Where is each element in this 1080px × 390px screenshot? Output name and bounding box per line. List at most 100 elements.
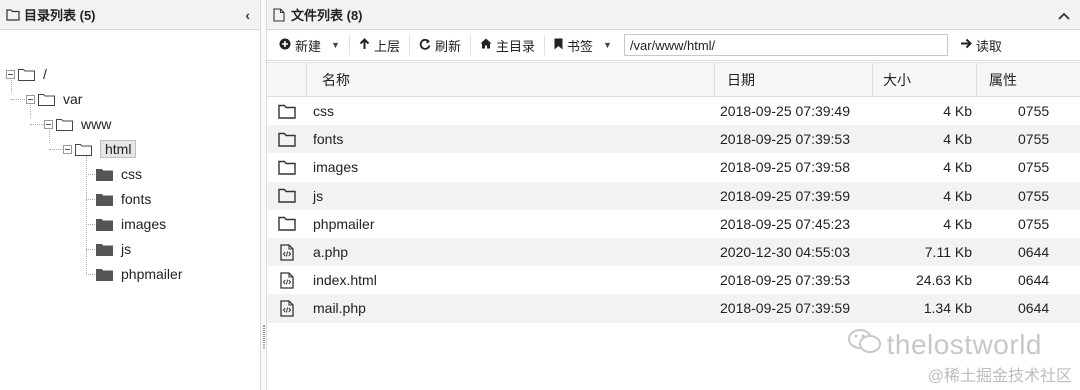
table-row[interactable]: a.php 2020-12-30 04:55:03 7.11 Kb 0644 [267, 237, 1080, 267]
file-size-cell: 4 Kb [943, 187, 972, 204]
toolbar-separator [348, 35, 350, 55]
wechat-icon [847, 327, 883, 362]
file-date-cell: 2018-09-25 07:39:49 [720, 103, 850, 120]
tree-node-fonts[interactable]: fonts [96, 188, 151, 210]
collapse-toggle-icon[interactable] [63, 144, 72, 154]
new-button[interactable]: 新建 ▼ [273, 33, 346, 57]
caret-down-icon: ▼ [331, 40, 340, 50]
folder-open-icon [38, 93, 55, 106]
bookmark-button[interactable]: 书签 ▼ [548, 33, 618, 57]
table-row[interactable]: js 2018-09-25 07:39:59 4 Kb 0755 [267, 181, 1080, 210]
tree-connector-line [11, 99, 25, 100]
directory-panel: 目录列表 (5) ‹ / var www html css fonts images js ph… [0, 0, 261, 390]
tree-node-label: css [121, 166, 142, 182]
folder-open-icon [75, 143, 92, 156]
watermark-text: thelostworld [886, 328, 1042, 360]
plus-circle-icon [279, 38, 291, 53]
file-outline-icon [273, 7, 287, 22]
table-row[interactable]: index.html 2018-09-25 07:39:53 24.63 Kb 064… [267, 266, 1080, 294]
tree-node-js[interactable]: js [96, 238, 131, 260]
collapse-toggle-icon[interactable] [26, 94, 35, 104]
home-button[interactable]: 主目录 [474, 33, 541, 57]
file-attr-cell: 0755 [1018, 103, 1050, 120]
refresh-button[interactable]: 刷新 [413, 33, 467, 57]
file-size-cell: 1.34 Kb [923, 300, 972, 317]
column-header-date[interactable]: 日期 [715, 63, 873, 96]
file-date-cell: 2018-09-25 07:39:53 [720, 131, 850, 148]
folder-icon [267, 132, 307, 147]
toolbar: 新建 ▼ 上层 刷新 主目录 书签 ▼ /var/www/html/ 读取 [267, 30, 1080, 61]
tree-node-www[interactable]: www [44, 113, 111, 135]
column-header-attr[interactable]: 属性 [977, 63, 1080, 96]
toolbar-separator [408, 35, 410, 55]
refresh-label: 刷新 [434, 38, 461, 54]
read-button[interactable]: 读取 [954, 33, 1008, 57]
file-size-cell: 7.11 Kb [924, 244, 972, 261]
folder-icon [267, 160, 307, 175]
toolbar-separator [469, 35, 471, 55]
file-attr-cell: 0755 [1018, 159, 1050, 176]
folder-open-icon [18, 68, 35, 81]
file-attr-cell: 0755 [1018, 131, 1050, 148]
file-date-cell: 2018-09-25 07:39:58 [720, 159, 850, 176]
collapse-toggle-icon[interactable] [44, 119, 53, 129]
tree-node-var[interactable]: var [26, 88, 82, 110]
folder-icon [267, 188, 307, 203]
tree-connector-line [86, 149, 87, 275]
table-row[interactable]: css 2018-09-25 07:39:49 4 Kb 0755 [267, 97, 1080, 125]
file-name-cell: fonts [313, 131, 344, 148]
file-panel-title: 文件列表 (8) [291, 8, 363, 23]
tree-node-phpmailer[interactable]: phpmailer [96, 263, 182, 285]
file-size-cell: 24.63 Kb [915, 272, 972, 289]
tree-node-label: html [100, 140, 137, 158]
tree-node-css[interactable]: css [96, 163, 142, 185]
code-file-icon [267, 243, 307, 261]
file-size-cell: 4 Kb [943, 215, 972, 232]
tree-node-label: phpmailer [121, 266, 183, 282]
column-header-size[interactable]: 大小 [873, 63, 977, 96]
folder-closed-icon [96, 268, 113, 281]
file-name-cell: a.php [313, 244, 349, 261]
tree-connector-line [86, 224, 95, 225]
code-file-icon [267, 300, 307, 317]
tree-node-images[interactable]: images [96, 213, 166, 235]
file-date-cell: 2018-09-25 07:39:59 [720, 187, 850, 204]
table-row[interactable]: mail.php 2018-09-25 07:39:59 1.34 Kb 0644 [267, 294, 1080, 323]
caret-down-icon: ▼ [603, 40, 612, 50]
up-label: 上层 [373, 38, 400, 54]
directory-panel-title: 目录列表 (5) [24, 8, 96, 23]
table-row[interactable]: images 2018-09-25 07:39:58 4 Kb 0755 [267, 153, 1080, 181]
tree-node-html[interactable]: html [63, 138, 137, 160]
tree-connector-line [86, 174, 95, 175]
file-attr-cell: 0644 [1018, 272, 1050, 289]
path-input[interactable] [623, 34, 948, 56]
folder-closed-icon [96, 168, 113, 181]
folder-icon [267, 104, 307, 119]
chevron-left-icon[interactable]: ‹ [241, 7, 254, 23]
arrow-right-icon [960, 38, 972, 52]
file-attr-cell: 0644 [1018, 244, 1050, 261]
tree-node-label: images [121, 216, 167, 232]
up-button[interactable]: 上层 [353, 33, 406, 57]
folder-outline-icon [6, 8, 20, 22]
chevron-up-icon[interactable] [1054, 7, 1074, 23]
column-header-name[interactable]: 名称 [307, 63, 715, 96]
file-name-cell: js [313, 187, 324, 204]
table-row[interactable]: fonts 2018-09-25 07:39:53 4 Kb 0755 [267, 125, 1080, 154]
file-attr-cell: 0644 [1018, 300, 1050, 317]
folder-open-icon [56, 118, 73, 131]
file-name-cell: css [313, 103, 334, 120]
file-name-cell: index.html [313, 272, 377, 289]
file-table: 名称 日期 大小 属性 css 2018-09-25 07:39:49 4 Kb 07… [267, 62, 1080, 323]
splitter-grip[interactable] [263, 325, 265, 349]
tree-node-label: fonts [121, 191, 152, 207]
collapse-toggle-icon[interactable] [6, 69, 15, 79]
code-file-icon [267, 272, 307, 289]
file-name-cell: mail.php [313, 300, 366, 317]
folder-closed-icon [96, 218, 113, 231]
table-header: 名称 日期 大小 属性 [267, 62, 1080, 97]
table-row[interactable]: phpmailer 2018-09-25 07:45:23 4 Kb 0755 [267, 210, 1080, 238]
arrow-up-icon [359, 37, 370, 53]
tree-connector-line [86, 274, 95, 275]
tree-node-root[interactable]: / [6, 63, 47, 85]
